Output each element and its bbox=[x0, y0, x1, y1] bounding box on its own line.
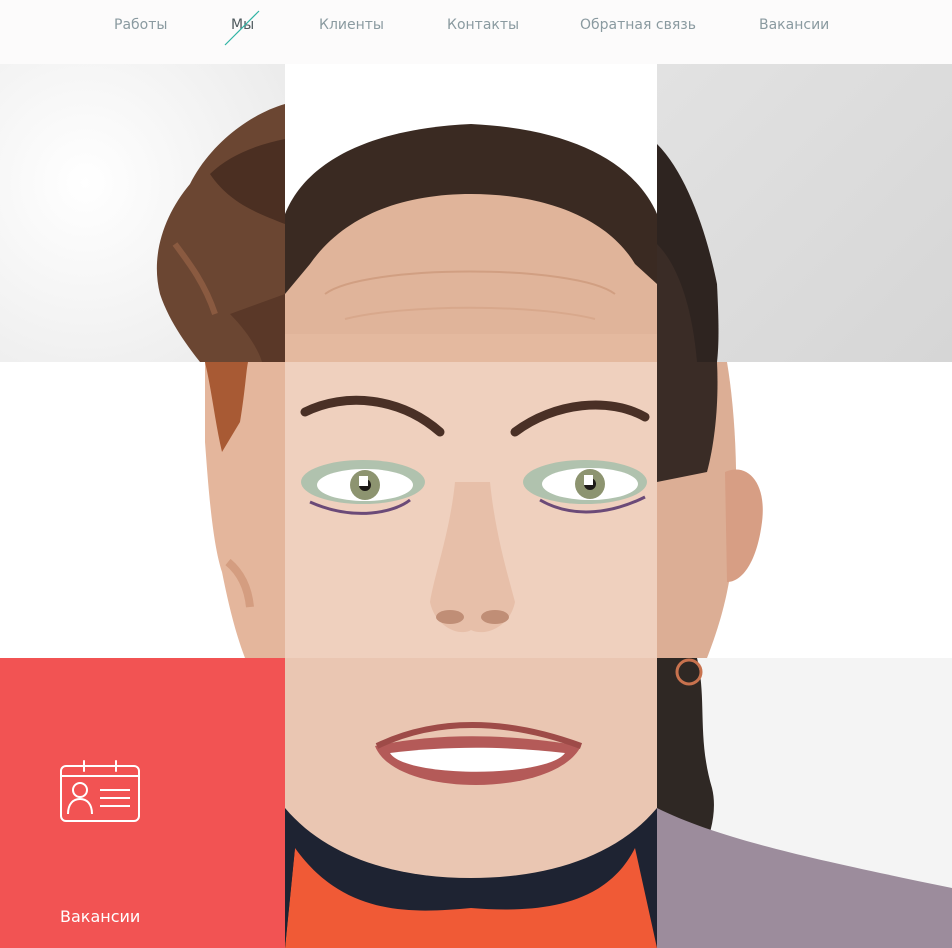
photo-tile-forehead[interactable] bbox=[285, 64, 657, 362]
vacancies-card[interactable]: Вакансии bbox=[0, 658, 285, 948]
nav-item-vacancies[interactable]: Вакансии bbox=[759, 16, 829, 34]
photo-tile-eyes[interactable] bbox=[285, 362, 657, 658]
nav-item-about-label: Мы bbox=[231, 17, 255, 33]
nav-item-about[interactable]: Мы bbox=[224, 10, 260, 46]
nav-item-works[interactable]: Работы bbox=[114, 16, 167, 34]
nav-item-clients[interactable]: Клиенты bbox=[319, 16, 384, 34]
photo-tile-ear-right[interactable] bbox=[657, 362, 952, 658]
nav-item-contacts[interactable]: Контакты bbox=[447, 16, 519, 34]
photo-tile-hair-left[interactable] bbox=[0, 64, 285, 362]
page: Работы Мы Клиенты Контакты Обратная связ… bbox=[0, 0, 952, 948]
vacancies-card-label: Вакансии bbox=[60, 907, 141, 926]
photo-tile-shoulder-right[interactable] bbox=[657, 658, 952, 948]
top-navigation: Работы Мы Клиенты Контакты Обратная связ… bbox=[0, 0, 952, 64]
photo-tile-cheek-left[interactable] bbox=[0, 362, 285, 658]
nav-item-feedback[interactable]: Обратная связь bbox=[580, 16, 696, 34]
id-card-icon bbox=[60, 760, 140, 822]
photo-tile-hair-right[interactable] bbox=[657, 64, 952, 362]
photo-tile-smile[interactable] bbox=[285, 658, 657, 948]
